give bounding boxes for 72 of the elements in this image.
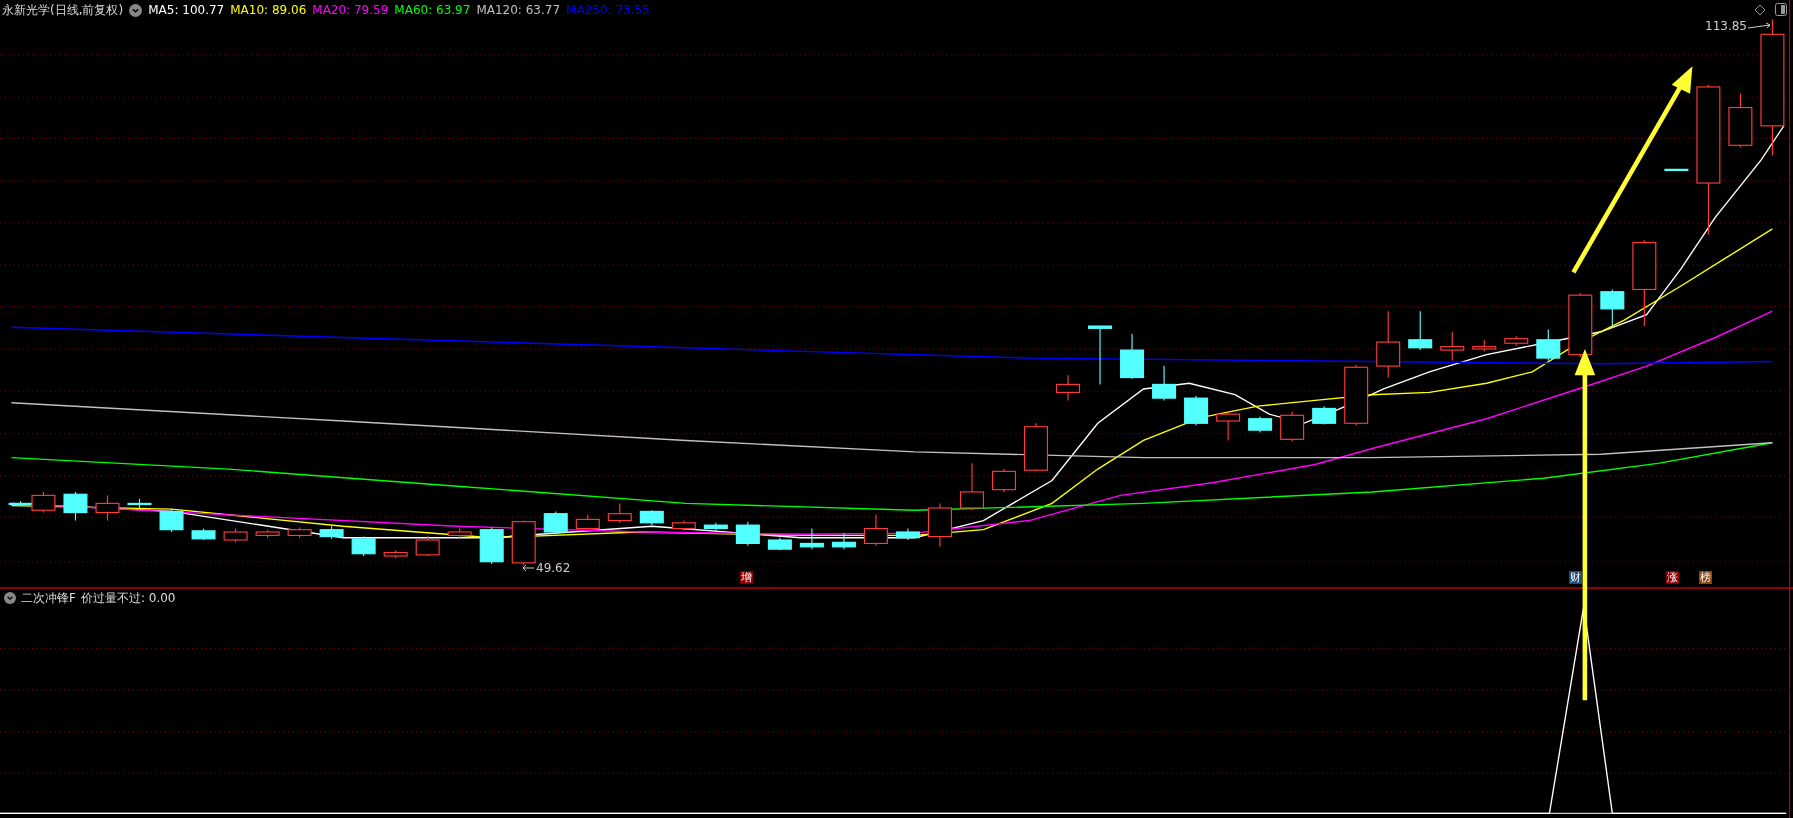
candlestick: [1120, 333, 1145, 380]
chevron-icon[interactable]: [129, 3, 143, 17]
candlestick: [1344, 364, 1369, 427]
candlestick: [831, 532, 856, 550]
event-marker: 榜: [1699, 571, 1712, 584]
candlestick: [1728, 93, 1753, 149]
candlestick: [479, 526, 504, 565]
candlestick: [543, 510, 568, 535]
candlestick: [447, 527, 472, 539]
diamond-icon[interactable]: [1754, 4, 1766, 16]
candlestick: [1376, 310, 1401, 379]
indicator-reading: 价过量不过: 0.00: [80, 590, 176, 606]
candlestick: [959, 462, 984, 511]
candlestick: [607, 502, 632, 524]
arrow-icon: [1748, 22, 1772, 30]
candlestick: [1472, 339, 1497, 352]
candlestick: [159, 508, 184, 533]
candlestick: [383, 549, 408, 559]
arrow-icon: [522, 564, 534, 572]
candlestick: [223, 527, 248, 543]
candlestick: [703, 522, 728, 532]
candlestick: [351, 536, 376, 557]
candlestick: [1184, 395, 1209, 427]
candlestick: [1504, 335, 1529, 347]
candlestick: [63, 491, 88, 522]
candlestick: [319, 525, 344, 540]
indicator-label: MA5: 100.77: [148, 2, 225, 19]
candlestick: [927, 502, 952, 548]
candlestick: [799, 527, 824, 550]
panel-toggle-icon[interactable]: [1775, 3, 1787, 16]
candlestick: [1440, 331, 1465, 361]
candlestick: [95, 494, 120, 522]
candlestick: [255, 529, 280, 539]
candlestick: [1216, 411, 1241, 442]
price-label: 113.85: [1705, 18, 1747, 35]
candlestick: [767, 537, 792, 551]
candlestick: [863, 514, 888, 547]
indicator-title: 二次冲锋F: [21, 590, 76, 606]
candlestick: [1536, 328, 1561, 361]
candlestick: [127, 498, 152, 509]
candlestick: [1024, 422, 1048, 472]
price-label: 49.62: [536, 560, 571, 577]
chevron-icon[interactable]: [4, 592, 16, 604]
candlestick: [1152, 365, 1177, 401]
candlestick: [415, 534, 440, 557]
indicator-label: MA10: 89.06: [230, 2, 307, 19]
candlestick: [1088, 325, 1113, 385]
candlestick: [991, 468, 1016, 493]
event-marker: 涨: [1666, 571, 1679, 584]
candlestick: [1568, 292, 1593, 358]
event-marker: 增: [740, 571, 753, 584]
indicator-label: MA60: 63.97: [394, 2, 471, 19]
candlestick: [1600, 288, 1625, 327]
candlestick: [191, 527, 216, 541]
candlestick: [1280, 411, 1305, 443]
candlestick: [1056, 374, 1081, 401]
candlestick: [639, 509, 664, 526]
chart-title: 永新光学(日线,前复权): [2, 2, 124, 19]
candlestick: [1312, 405, 1337, 425]
candlestick: [1664, 168, 1689, 172]
candlestick: [671, 519, 696, 532]
candlestick: [895, 527, 920, 541]
candlestick: [511, 519, 536, 566]
candlestick: [287, 526, 312, 539]
indicator-label: MA120: 63.77: [476, 2, 561, 19]
event-marker: 财: [1569, 571, 1582, 584]
indicator-label: MA20: 79.59: [312, 2, 389, 19]
candlestick: [735, 521, 760, 547]
candlestick: [1408, 310, 1433, 351]
indicator-label: MA250: 73.55: [566, 2, 650, 19]
candlestick: [1248, 415, 1273, 433]
candlestick: [575, 514, 600, 531]
